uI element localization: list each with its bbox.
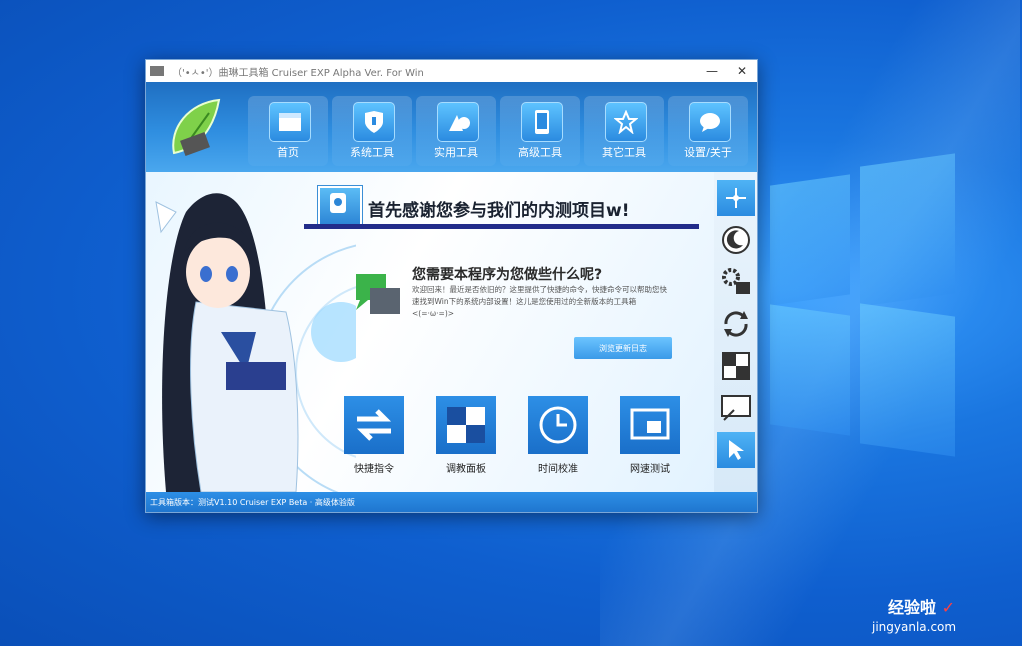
nav-label: 其它工具 bbox=[602, 146, 646, 159]
nav-other-tools[interactable]: 其它工具 bbox=[584, 96, 664, 166]
checker-icon bbox=[722, 352, 750, 380]
nav-label: 系统工具 bbox=[350, 146, 394, 159]
changelog-button[interactable]: 浏览更新日志 bbox=[574, 337, 672, 359]
close-button[interactable]: ✕ bbox=[727, 64, 757, 78]
moon-icon bbox=[722, 226, 750, 254]
night-mode-button[interactable] bbox=[717, 222, 755, 258]
refresh-button[interactable] bbox=[717, 306, 755, 342]
checker-button[interactable] bbox=[717, 348, 755, 384]
speed-test-tile[interactable] bbox=[620, 396, 680, 454]
app-icon bbox=[150, 66, 164, 76]
app-window: （'•ㅅ•'）曲琳工具箱 Cruiser EXP Alpha Ver. For … bbox=[145, 59, 758, 513]
title-bar[interactable]: （'•ㅅ•'）曲琳工具箱 Cruiser EXP Alpha Ver. For … bbox=[146, 60, 757, 82]
swap-arrows-icon bbox=[356, 409, 392, 441]
panel-grid-icon bbox=[447, 407, 485, 443]
main-toolbar: 首页 系统工具 实用工具 高级工具 其它工具 设置/关于 bbox=[146, 82, 757, 172]
right-sidebar bbox=[714, 172, 757, 492]
minimize-button[interactable]: — bbox=[697, 64, 727, 78]
move-arrows-icon bbox=[726, 188, 746, 208]
tile-label: 网速测试 bbox=[630, 464, 670, 475]
speed-test-icon bbox=[630, 408, 670, 440]
headline-icon bbox=[318, 186, 362, 226]
windows-logo bbox=[760, 150, 960, 470]
title-underline bbox=[304, 224, 699, 229]
status-bar: 工具箱版本：测试V1.10 Cruiser EXP Beta · 高级体验版 bbox=[146, 492, 757, 512]
move-arrows-button[interactable] bbox=[717, 180, 755, 216]
nav-label: 高级工具 bbox=[518, 146, 562, 159]
description-text: 欢迎回来！最近是否依旧的？这里提供了快捷的命令，快捷命令可以帮助您快速找到Win… bbox=[412, 285, 667, 318]
nav-label: 实用工具 bbox=[434, 146, 478, 159]
page-title: 首先感谢您参与我们的内测项目w! bbox=[368, 201, 630, 221]
tile-label: 时间校准 bbox=[538, 464, 578, 475]
tile-label: 快捷指令 bbox=[354, 464, 394, 475]
screen-cast-button[interactable] bbox=[717, 390, 755, 426]
nav-settings-about[interactable]: 设置/关于 bbox=[668, 96, 748, 166]
cursor-button[interactable] bbox=[717, 432, 755, 468]
shield-icon bbox=[353, 102, 395, 142]
settings-gears-icon bbox=[722, 268, 750, 294]
home-panel: 首先感谢您参与我们的内测项目w! 您需要本程序为您做些什么呢? 欢迎回来！最近是… bbox=[146, 172, 757, 492]
chat-icon bbox=[356, 274, 400, 314]
chat-bubble-icon bbox=[689, 102, 731, 142]
nav-advanced-tools[interactable]: 高级工具 bbox=[500, 96, 580, 166]
tablet-icon bbox=[521, 102, 563, 142]
window-icon bbox=[269, 102, 311, 142]
checkmark-icon: ✓ bbox=[941, 598, 955, 617]
settings-button[interactable] bbox=[717, 264, 755, 300]
window-title: （'•ㅅ•'）曲琳工具箱 Cruiser EXP Alpha Ver. For … bbox=[172, 67, 424, 79]
leaf-logo-icon bbox=[172, 98, 221, 156]
nav-label: 首页 bbox=[277, 146, 299, 159]
nav-system-tools[interactable]: 系统工具 bbox=[332, 96, 412, 166]
quick-commands-tile[interactable] bbox=[344, 396, 404, 454]
watermark-brand: 经验啦 ✓ bbox=[888, 598, 955, 617]
watermark-url: jingyanla.com bbox=[872, 620, 957, 634]
screen-cast-icon bbox=[721, 395, 751, 421]
tile-label: 调教面板 bbox=[446, 464, 486, 475]
refresh-icon bbox=[724, 311, 748, 337]
clock-icon bbox=[539, 406, 577, 444]
tuning-panel-tile[interactable] bbox=[436, 396, 496, 454]
nav-home[interactable]: 首页 bbox=[248, 96, 328, 166]
nav-utility-tools[interactable]: 实用工具 bbox=[416, 96, 496, 166]
nav-label: 设置/关于 bbox=[684, 146, 732, 159]
shapes-icon bbox=[437, 102, 479, 142]
question-heading: 您需要本程序为您做些什么呢? bbox=[412, 267, 603, 283]
cursor-icon bbox=[729, 440, 744, 460]
star-icon bbox=[605, 102, 647, 142]
time-sync-tile[interactable] bbox=[528, 396, 588, 454]
